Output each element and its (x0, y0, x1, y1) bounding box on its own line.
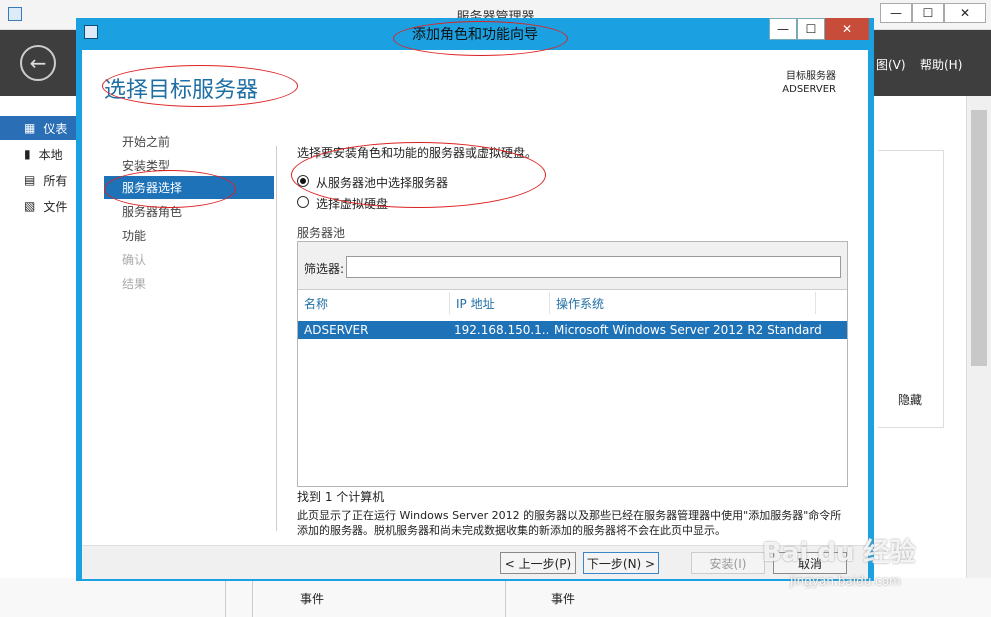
cell-ip: 192.168.150.1... (454, 323, 548, 337)
dashboard-icon: ▦ (24, 121, 36, 135)
filter-label: 筛选器: (304, 262, 345, 276)
server-manager-sidebar: ▦ 仪表 ▮ 本地 ▤ 所有 ▧ 文件 (0, 96, 80, 617)
column-header-name[interactable]: 名称 (298, 292, 450, 314)
table-row[interactable]: ADSERVER 192.168.150.1... Microsoft Wind… (298, 321, 847, 339)
sidebar-item-files[interactable]: ▧ 文件 (0, 194, 80, 218)
destination-server: 目标服务器 ADSERVER (782, 71, 836, 95)
option-virtual-disk[interactable]: 选择虚拟硬盘 (297, 194, 557, 212)
nav-before-you-begin[interactable]: 开始之前 (104, 130, 274, 153)
menu-view[interactable]: 图(V) (876, 56, 906, 73)
sidebar-item-local[interactable]: ▮ 本地 (0, 142, 80, 166)
server-icon: ▮ (24, 147, 31, 161)
filter-input[interactable] (346, 256, 841, 278)
bg-tile-panel: 隐藏 (878, 150, 944, 428)
events-label-1[interactable]: 事件 (300, 590, 324, 607)
filter-bar: 筛选器: (298, 242, 847, 290)
nav-features[interactable]: 功能 (104, 224, 274, 247)
files-icon: ▧ (24, 199, 36, 213)
hide-link[interactable]: 隐藏 (898, 391, 922, 408)
bg-maximize-button[interactable]: ☐ (912, 3, 944, 23)
events-label-2[interactable]: 事件 (551, 590, 575, 607)
column-header-ip[interactable]: IP 地址 (450, 292, 550, 314)
wizard-body: 选择目标服务器 目标服务器 ADSERVER 开始之前 安装类型 服务器选择 服… (82, 50, 868, 579)
nav-server-selection[interactable]: 服务器选择 (104, 176, 274, 199)
servers-icon: ▤ (24, 173, 36, 187)
page-title: 选择目标服务器 (104, 78, 259, 103)
baidu-watermark: Bai du 经验 (762, 538, 916, 568)
install-button: 安装(I) (691, 552, 765, 574)
radio-unselected-icon[interactable] (297, 196, 309, 208)
bg-minimize-button[interactable]: — (880, 3, 912, 23)
cell-name: ADSERVER (304, 323, 369, 337)
sidebar-item-dashboard[interactable]: ▦ 仪表 (0, 116, 80, 140)
radio-selected-icon[interactable] (297, 175, 309, 187)
next-button[interactable]: 下一步(N) > (583, 552, 659, 574)
wizard-footer: < 上一步(P) 下一步(N) > 安装(I) 取消 (82, 545, 868, 579)
add-roles-wizard: 添加角色和功能向导 — ☐ ✕ 选择目标服务器 目标服务器 ADSERVER 开… (76, 18, 874, 581)
server-pool-label: 服务器池 (297, 226, 346, 240)
bg-scrollbar-thumb[interactable] (971, 110, 987, 366)
option-server-pool[interactable]: 从服务器池中选择服务器 (297, 173, 557, 191)
server-pool-table: 筛选器: 名称 IP 地址 操作系统 ADSERVER 192.168.150.… (297, 241, 848, 487)
nav-installation-type[interactable]: 安装类型 (104, 154, 274, 177)
menu-help[interactable]: 帮助(H) (920, 56, 962, 73)
sidebar-item-all[interactable]: ▤ 所有 (0, 168, 80, 192)
bg-close-button[interactable]: ✕ (944, 3, 986, 23)
cell-os: Microsoft Windows Server 2012 R2 Standar… (554, 323, 822, 337)
wizard-maximize-button[interactable]: ☐ (797, 18, 825, 40)
previous-button[interactable]: < 上一步(P) (500, 552, 576, 574)
found-count: 找到 1 个计算机 (297, 490, 385, 504)
nav-divider (276, 146, 277, 531)
wizard-close-button[interactable]: ✕ (825, 18, 869, 40)
wizard-title: 添加角色和功能向导 (412, 27, 538, 43)
nav-results: 结果 (122, 277, 147, 291)
nav-confirmation: 确认 (122, 253, 147, 267)
wizard-minimize-button[interactable]: — (769, 18, 797, 40)
baidu-watermark-url: jingyan.baidu.com (790, 574, 901, 588)
bg-scrollbar[interactable] (966, 96, 991, 606)
back-arrow-icon[interactable]: ← (20, 45, 56, 81)
nav-server-roles[interactable]: 服务器角色 (104, 200, 274, 223)
instruction-text: 选择要安装角色和功能的服务器或虚拟硬盘。 (297, 146, 538, 160)
column-header-os[interactable]: 操作系统 (550, 292, 816, 314)
